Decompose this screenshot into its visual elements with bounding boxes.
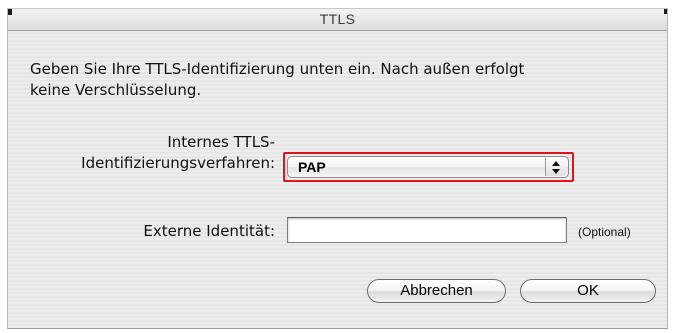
optional-hint: (Optional)	[578, 225, 631, 239]
external-identity-label: Externe Identität:	[143, 222, 275, 240]
window-corner-right	[664, 9, 667, 14]
method-label-line-1: Internes TTLS-	[167, 133, 275, 151]
message-line-1: Geben Sie Ihre TTLS-Identifizierung unte…	[30, 60, 525, 78]
external-identity-field[interactable]	[287, 217, 567, 243]
identification-method-popup[interactable]: PAP	[287, 156, 569, 178]
dialog-message: Geben Sie Ihre TTLS-Identifizierung unte…	[30, 59, 650, 101]
cancel-button[interactable]: Abbrechen	[367, 279, 506, 303]
message-line-2: keine Verschlüsselung.	[30, 81, 202, 99]
selected-method: PAP	[298, 159, 326, 175]
window-title: TTLS	[319, 11, 356, 27]
method-label-line-2: Identifizierungsverfahren:	[81, 154, 275, 172]
window-corner-left	[8, 9, 12, 15]
ok-button[interactable]: OK	[520, 279, 656, 303]
title-bar: TTLS	[8, 8, 667, 31]
up-down-arrows-icon	[545, 158, 566, 176]
